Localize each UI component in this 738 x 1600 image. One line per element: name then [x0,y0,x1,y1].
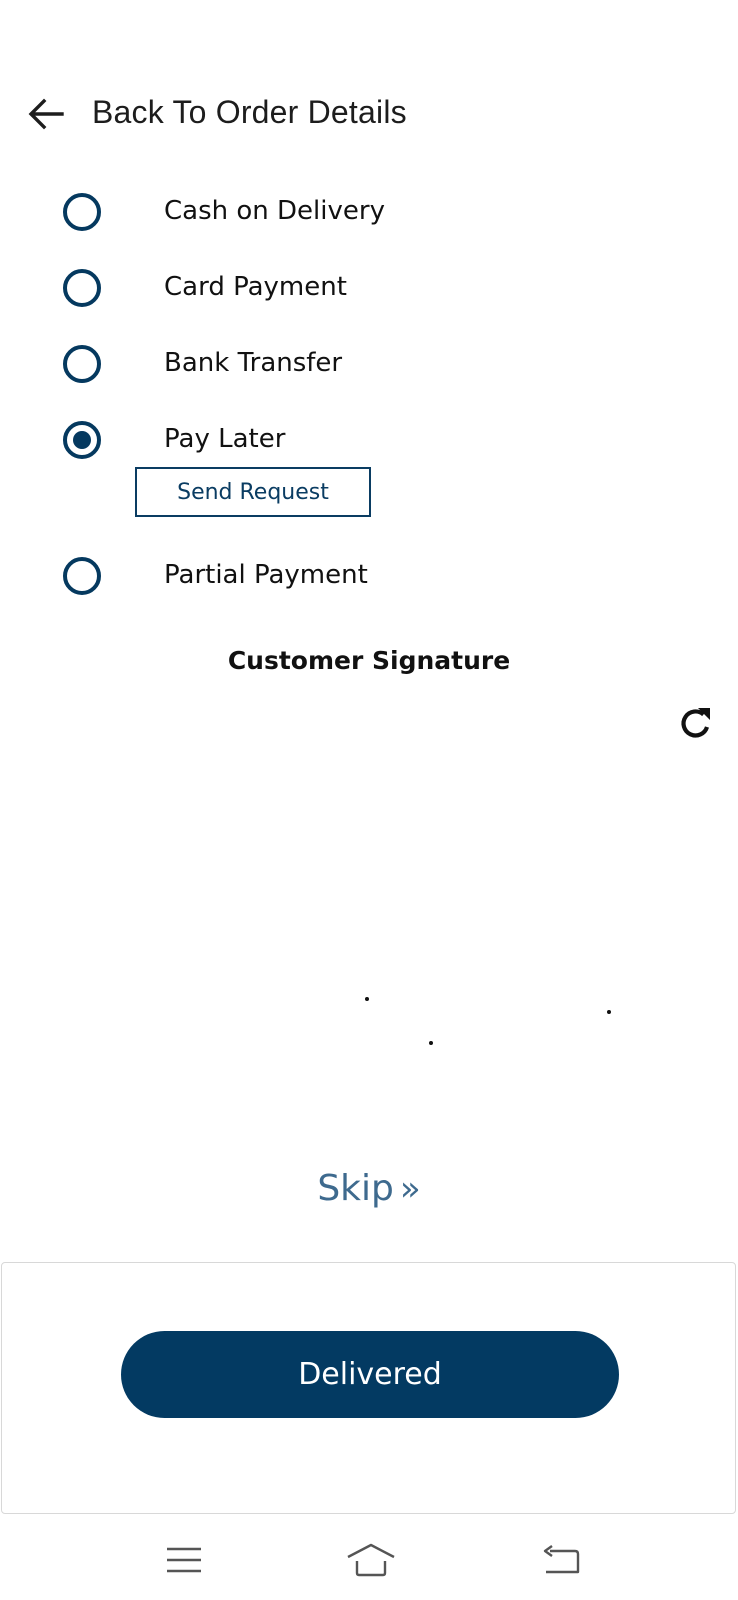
back-to-order-details-link[interactable]: Back To Order Details [92,94,407,131]
payment-option-card-payment[interactable]: Card Payment [0,258,738,318]
back-icon[interactable] [540,1542,584,1578]
radio-button-selected[interactable] [63,421,101,459]
home-icon[interactable] [346,1542,396,1578]
radio-selected-dot [73,431,91,449]
radio-button[interactable] [63,557,101,595]
header: Back To Order Details [0,80,738,150]
payment-option-bank-transfer[interactable]: Bank Transfer [0,334,738,394]
delivered-button[interactable]: Delivered [121,1331,619,1418]
radio-button[interactable] [63,193,101,231]
option-label: Bank Transfer [164,348,343,378]
signature-stroke [365,997,369,1001]
signature-stroke [607,1010,611,1014]
radio-button[interactable] [63,345,101,383]
system-navigation-bar [0,1520,738,1600]
bottom-action-panel: Delivered [1,1262,736,1514]
option-label: Pay Later [164,424,286,454]
payment-option-cash-on-delivery[interactable]: Cash on Delivery [0,182,738,242]
payment-option-pay-later[interactable]: Pay Later [0,410,738,470]
send-request-button[interactable]: Send Request [135,467,371,517]
skip-link[interactable]: Skip» [0,1168,738,1209]
menu-icon[interactable] [163,1542,207,1578]
option-label: Cash on Delivery [164,196,385,226]
skip-label: Skip [317,1168,394,1209]
signature-stroke [429,1041,433,1045]
signature-pad[interactable] [20,760,718,1140]
payment-option-partial-payment[interactable]: Partial Payment [0,546,738,606]
radio-button[interactable] [63,269,101,307]
refresh-icon[interactable] [676,703,716,743]
option-label: Card Payment [164,272,347,302]
double-chevron-right-icon: » [399,1169,421,1209]
signature-title: Customer Signature [227,646,511,675]
arrow-left-icon[interactable] [26,96,66,132]
option-label: Partial Payment [164,560,368,590]
